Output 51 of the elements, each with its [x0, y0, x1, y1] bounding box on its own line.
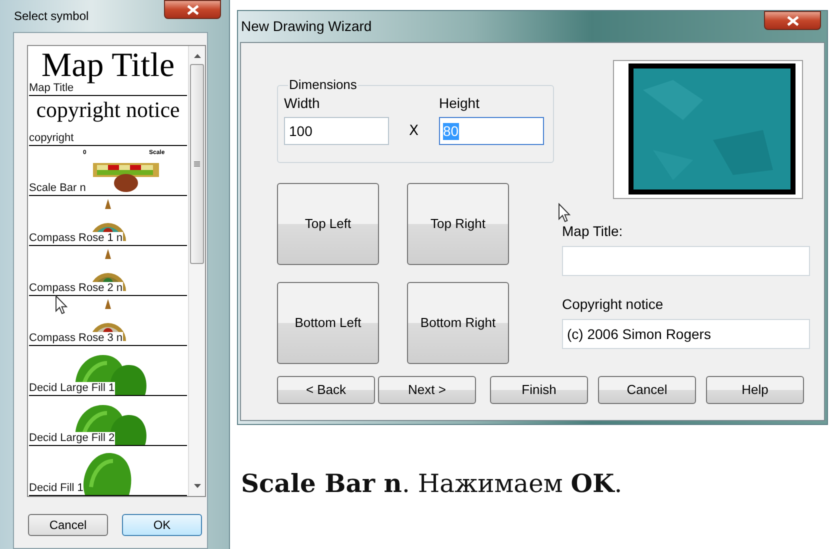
- height-value: 80: [443, 122, 459, 140]
- scroll-down-icon[interactable]: [194, 484, 200, 488]
- nav-button[interactable]: Cancel: [598, 376, 696, 404]
- symbol-label: Map Title: [29, 82, 74, 95]
- map-title-field[interactable]: [562, 246, 810, 276]
- scroll-up-icon[interactable]: [194, 54, 200, 58]
- nav-button[interactable]: < Back: [277, 376, 375, 404]
- close-icon: [786, 16, 798, 26]
- nav-button[interactable]: Finish: [490, 376, 588, 404]
- symbol-list-item[interactable]: Compass Rose 3 n: [29, 296, 187, 346]
- symbol-list-item[interactable]: Compass Rose 2 n: [29, 246, 187, 296]
- scrollbar[interactable]: [188, 46, 205, 496]
- symbol-label: Compass Rose 2 n: [29, 282, 123, 295]
- ok-button[interactable]: OK: [122, 514, 202, 536]
- times-sign: X: [409, 122, 419, 140]
- close-button[interactable]: [764, 11, 821, 30]
- symbol-preview-text: copyright notice: [36, 99, 180, 121]
- close-button[interactable]: [164, 0, 221, 19]
- width-field[interactable]: 100: [284, 117, 389, 145]
- nav-button[interactable]: Help: [706, 376, 804, 404]
- symbol-list-item[interactable]: Decid Fill 1: [29, 446, 187, 496]
- window-title: New Drawing Wizard: [241, 17, 372, 36]
- nav-button[interactable]: Next >: [378, 376, 476, 404]
- copyright-field[interactable]: (c) 2006 Simon Rogers: [562, 319, 810, 349]
- symbol-list-item[interactable]: Compass Rose 1 n: [29, 196, 187, 246]
- caption-text: Scale Bar n. Нажимаем OK.: [241, 468, 624, 500]
- corner-button[interactable]: Bottom Right: [407, 282, 509, 364]
- corner-button[interactable]: Top Left: [277, 183, 379, 265]
- width-label: Width: [284, 95, 321, 111]
- scroll-thumb[interactable]: [190, 64, 204, 264]
- symbol-label: copyright: [29, 132, 74, 145]
- corner-button[interactable]: Bottom Left: [277, 282, 379, 364]
- symbol-list-item[interactable]: Decid Large Fill 2: [29, 396, 187, 446]
- cancel-button[interactable]: Cancel: [28, 514, 108, 536]
- corner-button[interactable]: Top Right: [407, 183, 509, 265]
- symbol-list-item[interactable]: copyright notice copyright: [29, 96, 187, 146]
- symbol-list-item[interactable]: Map Title Map Title: [29, 46, 187, 96]
- height-label: Height: [439, 95, 480, 111]
- symbol-label: Decid Large Fill 2: [29, 432, 115, 445]
- symbol-preview-text: Map Title: [41, 49, 175, 83]
- cursor-icon: [55, 295, 68, 315]
- window-title: Select symbol: [14, 8, 89, 25]
- close-icon: [186, 4, 198, 14]
- symbol-label: Compass Rose 1 n: [29, 232, 123, 245]
- copyright-label: Copyright notice: [562, 296, 664, 312]
- map-title-label: Map Title:: [562, 223, 624, 239]
- symbol-label: Compass Rose 3 n: [29, 332, 123, 345]
- grip-icon: [194, 161, 200, 167]
- cursor-icon: [558, 203, 571, 223]
- symbol-list-item[interactable]: Decid Large Fill 1: [29, 346, 187, 396]
- symbol-label: Decid Large Fill 1: [29, 382, 115, 395]
